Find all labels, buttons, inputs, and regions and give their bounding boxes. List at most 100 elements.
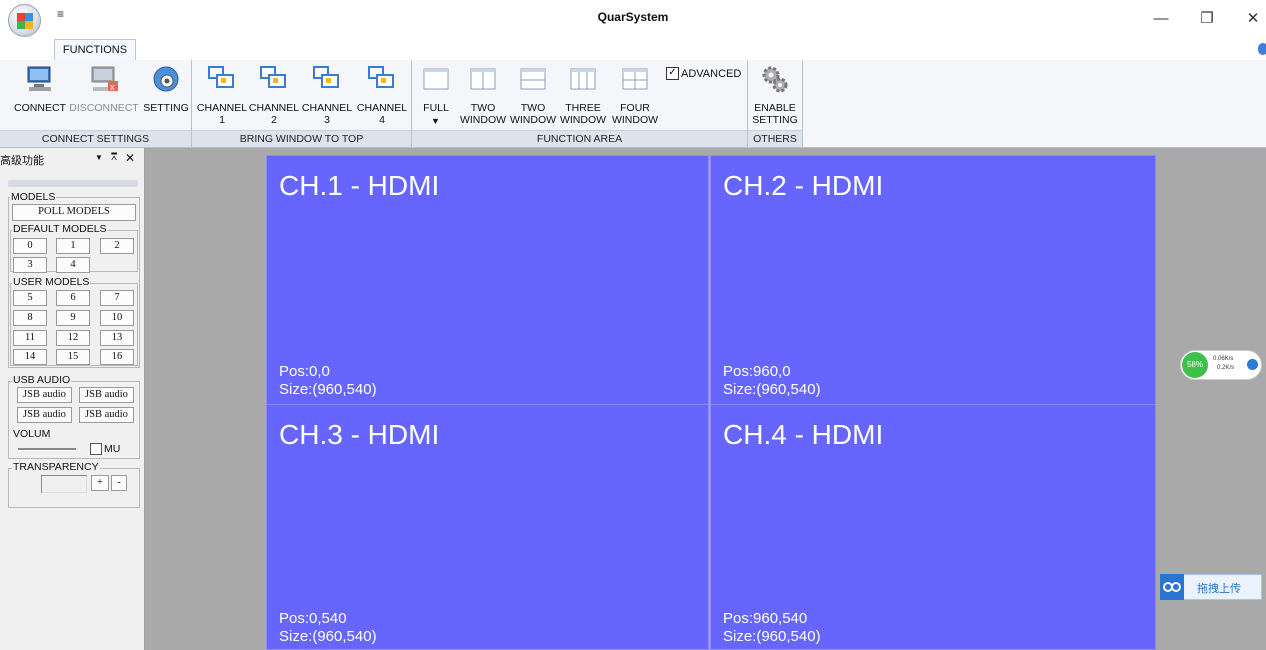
four-grid-layout-icon xyxy=(620,64,650,94)
default-model-1-button[interactable]: 1 xyxy=(56,238,90,254)
panel-scroll-bar[interactable] xyxy=(8,180,138,187)
group-label: CONNECT SETTINGS xyxy=(0,130,191,147)
pin-icon[interactable]: ⩞ xyxy=(111,152,117,163)
upload-speed: 0.06K/s xyxy=(1213,356,1234,362)
setting-sublabel: SETTING xyxy=(752,114,798,126)
channel-window-2[interactable]: CH.2 - HDMI Pos:960,0 Size:(960,540) xyxy=(710,155,1156,405)
usb-audio-button-2[interactable]: JSB audio xyxy=(79,387,134,403)
default-model-3-button[interactable]: 3 xyxy=(13,257,47,273)
panel-title: 高级功能 xyxy=(0,155,44,167)
download-speed: 0.2K/s xyxy=(1217,365,1235,371)
setting-button[interactable]: SETTING xyxy=(142,64,190,114)
user-model-16-button[interactable]: 16 xyxy=(100,349,134,365)
channel-1-button[interactable]: CHANNEL 1 xyxy=(196,64,248,126)
mute-checkbox[interactable] xyxy=(90,443,102,455)
minimize-button[interactable]: — xyxy=(1146,8,1176,30)
window-title: QuarSystem xyxy=(597,10,669,24)
channel-size: Size:(960,540) xyxy=(279,381,377,398)
window-stack-icon xyxy=(207,64,237,94)
two-row-layout-icon xyxy=(518,64,548,94)
user-model-13-button[interactable]: 13 xyxy=(100,330,134,346)
channel-window-1[interactable]: CH.1 - HDMI Pos:0,0 Size:(960,540) xyxy=(266,155,709,405)
window-stack-icon xyxy=(367,64,397,94)
channel-position: Pos:960,540 xyxy=(723,610,808,627)
user-model-11-button[interactable]: 11 xyxy=(13,330,47,346)
user-model-14-button[interactable]: 14 xyxy=(13,349,47,365)
channel-position: Pos:960,0 xyxy=(723,363,791,380)
window-stack-icon xyxy=(312,64,342,94)
layout-label: TWO xyxy=(520,102,546,114)
usb-audio-button-1[interactable]: JSB audio xyxy=(17,387,72,403)
panel-dropdown-icon[interactable]: ▼ xyxy=(95,153,103,162)
channel-window-3[interactable]: CH.3 - HDMI Pos:0,540 Size:(960,540) xyxy=(266,404,709,650)
channel-title: CH.2 - HDMI xyxy=(723,170,884,201)
close-button[interactable]: ✕ xyxy=(1238,8,1266,30)
four-window-button[interactable]: FOUR WINDOW xyxy=(610,64,660,126)
svg-text:x: x xyxy=(110,82,115,92)
restore-button[interactable]: ❐ xyxy=(1192,8,1222,30)
user-model-7-button[interactable]: 7 xyxy=(100,290,134,306)
two-window-horizontal-button[interactable]: TWO WINDOW xyxy=(508,64,558,126)
user-model-6-button[interactable]: 6 xyxy=(56,290,90,306)
channel-3-button[interactable]: CHANNEL 3 xyxy=(301,64,353,126)
layout-sublabel: WINDOW xyxy=(559,114,607,126)
transparency-plus-button[interactable]: + xyxy=(91,475,109,491)
channel-title: CH.3 - HDMI xyxy=(279,419,440,450)
transparency-legend: TRANSPARENCY xyxy=(12,461,100,473)
layout-label: FULL xyxy=(423,102,449,114)
default-model-2-button[interactable]: 2 xyxy=(100,238,134,254)
usb-audio-button-4[interactable]: JSB audio xyxy=(79,407,134,423)
layout-dropdown-icon[interactable]: ▼ xyxy=(431,116,440,126)
setting-label: SETTING xyxy=(143,102,189,114)
channel-label: CHANNEL xyxy=(248,102,300,114)
transparency-value-field[interactable] xyxy=(41,475,87,493)
full-window-button[interactable]: FULL xyxy=(416,64,456,114)
user-model-15-button[interactable]: 15 xyxy=(56,349,90,365)
user-model-10-button[interactable]: 10 xyxy=(100,310,134,326)
cloud-logo-icon xyxy=(1160,574,1184,600)
channel-2-button[interactable]: CHANNEL 2 xyxy=(248,64,300,126)
default-model-0-button[interactable]: 0 xyxy=(13,238,47,254)
three-window-button[interactable]: THREE WINDOW xyxy=(558,64,608,126)
tab-strip xyxy=(0,38,1266,61)
layout-sublabel: WINDOW xyxy=(611,114,659,126)
layout-label: TWO xyxy=(470,102,496,114)
channel-size: Size:(960,540) xyxy=(279,628,377,645)
gears-icon xyxy=(760,64,790,94)
two-column-layout-icon xyxy=(468,64,498,94)
advanced-checkbox[interactable]: ✓ ADVANCED xyxy=(666,67,741,80)
drag-upload-widget[interactable]: 拖拽上传 xyxy=(1160,574,1262,600)
help-icon[interactable] xyxy=(1258,43,1266,55)
volume-slider[interactable] xyxy=(18,448,76,451)
transparency-minus-button[interactable]: - xyxy=(111,475,127,491)
user-model-12-button[interactable]: 12 xyxy=(56,330,90,346)
usb-audio-legend: USB AUDIO xyxy=(12,374,72,386)
channel-label: CHANNEL xyxy=(196,102,248,114)
enable-setting-button[interactable]: ENABLE SETTING xyxy=(750,64,800,126)
two-window-button[interactable]: TWO WINDOW xyxy=(458,64,508,126)
network-speed-widget[interactable]: 58% 0.06K/s 0.2K/s xyxy=(1180,350,1262,380)
default-model-4-button[interactable]: 4 xyxy=(56,257,90,273)
user-model-8-button[interactable]: 8 xyxy=(13,310,47,326)
disconnect-label: DISCONNECT xyxy=(69,102,139,114)
channel-position: Pos:0,540 xyxy=(279,610,347,627)
panel-close-icon[interactable]: ✕ xyxy=(125,151,135,165)
usb-audio-button-3[interactable]: JSB audio xyxy=(17,407,72,423)
layout-sublabel: WINDOW xyxy=(509,114,557,126)
disconnect-button[interactable]: x DISCONNECT xyxy=(68,64,140,114)
checkbox-check-icon: ✓ xyxy=(666,67,679,80)
window-stack-icon xyxy=(259,64,289,94)
advanced-label: ADVANCED xyxy=(681,67,742,80)
channel-number: 4 xyxy=(379,114,385,126)
user-model-5-button[interactable]: 5 xyxy=(13,290,47,306)
channel-position: Pos:0,0 xyxy=(279,363,330,380)
channel-window-4[interactable]: CH.4 - HDMI Pos:960,540 Size:(960,540) xyxy=(710,404,1156,650)
settings-globe-icon xyxy=(151,64,181,94)
poll-models-button[interactable]: POLL MODELS xyxy=(12,204,136,221)
channel-4-button[interactable]: CHANNEL 4 xyxy=(355,64,409,126)
user-model-9-button[interactable]: 9 xyxy=(56,310,90,326)
enable-label: ENABLE xyxy=(754,102,796,114)
computer-icon xyxy=(25,64,55,94)
tab-functions[interactable]: FUNCTIONS xyxy=(54,39,136,61)
connect-button[interactable]: CONNECT xyxy=(12,64,68,114)
